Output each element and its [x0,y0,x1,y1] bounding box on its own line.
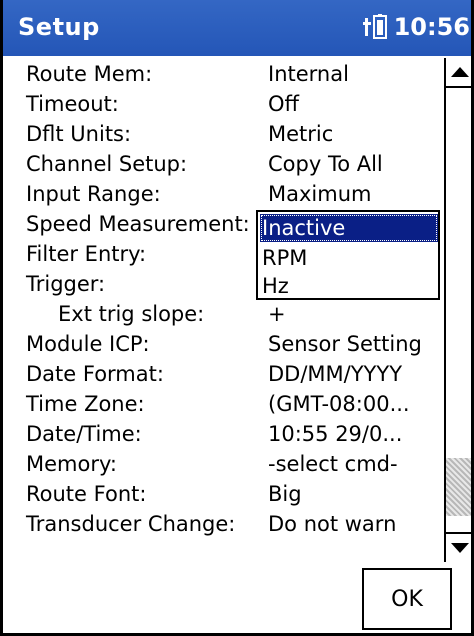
setting-value[interactable]: Off [268,92,299,116]
setting-value[interactable]: Sensor Setting [268,332,422,356]
scroll-up-button[interactable] [446,58,474,88]
setting-module-icp[interactable]: Module ICP: Sensor Setting [26,328,444,358]
speed-measurement-dropdown[interactable]: Inactive RPM Hz [256,210,440,300]
setting-label: Timeout: [26,92,119,116]
setting-label: Route Font: [26,482,147,506]
dropdown-option-hz[interactable]: Hz [260,272,438,300]
setting-label: Date Format: [26,362,164,386]
setting-label: Channel Setup: [26,152,188,176]
setting-label: Ext trig slope: [58,302,205,326]
setting-value[interactable]: Metric [268,122,333,146]
setting-label: Memory: [26,452,117,476]
setting-value[interactable]: Copy To All [268,152,383,176]
setting-value[interactable]: Internal [268,62,349,86]
setting-value[interactable]: + [268,302,286,326]
setting-label: Module ICP: [26,332,150,356]
setting-label: Time Zone: [26,392,145,416]
setting-value[interactable]: -select cmd- [268,452,398,476]
setting-route-font[interactable]: Route Font: Big [26,478,444,508]
arrow-up-icon [451,67,469,77]
setting-label: Date/Time: [26,422,142,446]
setting-ext-trig-slope[interactable]: Ext trig slope: + [26,298,444,328]
setting-label: Transducer Change: [26,512,236,536]
setting-label: Input Range: [26,182,161,206]
setting-dflt-units[interactable]: Dflt Units: Metric [26,118,444,148]
setting-memory[interactable]: Memory: -select cmd- [26,448,444,478]
setting-time-zone[interactable]: Time Zone: (GMT-08:00... [26,388,444,418]
scroll-thumb[interactable] [446,458,474,516]
setting-date-format[interactable]: Date Format: DD/MM/YYYY [26,358,444,388]
setting-value[interactable]: Maximum [268,182,371,206]
setting-label: Route Mem: [26,62,153,86]
setting-date-time[interactable]: Date/Time: 10:55 29/0... [26,418,444,448]
scroll-down-button[interactable] [446,532,474,562]
setting-value[interactable]: (GMT-08:00... [268,392,410,416]
setting-route-mem[interactable]: Route Mem: Internal [26,58,444,88]
setting-transducer-change[interactable]: Transducer Change: Do not warn [26,508,444,538]
battery-icon [362,14,388,40]
status-area: 10:56 [362,13,470,41]
setting-label: Trigger: [26,272,106,296]
setting-label: Filter Entry: [26,242,147,266]
clock: 10:56 [393,13,470,41]
arrow-down-icon [451,543,469,553]
setting-value[interactable]: Do not warn [268,512,396,536]
setting-channel-setup[interactable]: Channel Setup: Copy To All [26,148,444,178]
setting-input-range[interactable]: Input Range: Maximum [26,178,444,208]
setting-value[interactable]: DD/MM/YYYY [268,362,402,386]
dropdown-option-rpm[interactable]: RPM [260,244,438,272]
setting-timeout[interactable]: Timeout: Off [26,88,444,118]
dropdown-option-inactive[interactable]: Inactive [260,214,438,242]
setting-label: Dflt Units: [26,122,132,146]
window-title: Setup [18,13,100,41]
vertical-scrollbar[interactable] [444,58,474,562]
setting-value[interactable]: 10:55 29/0... [268,422,402,446]
setting-value[interactable]: Big [268,482,302,506]
setting-label: Speed Measurement: [26,212,250,236]
title-bar: Setup 10:56 [0,0,474,56]
ok-button[interactable]: OK [362,568,452,630]
